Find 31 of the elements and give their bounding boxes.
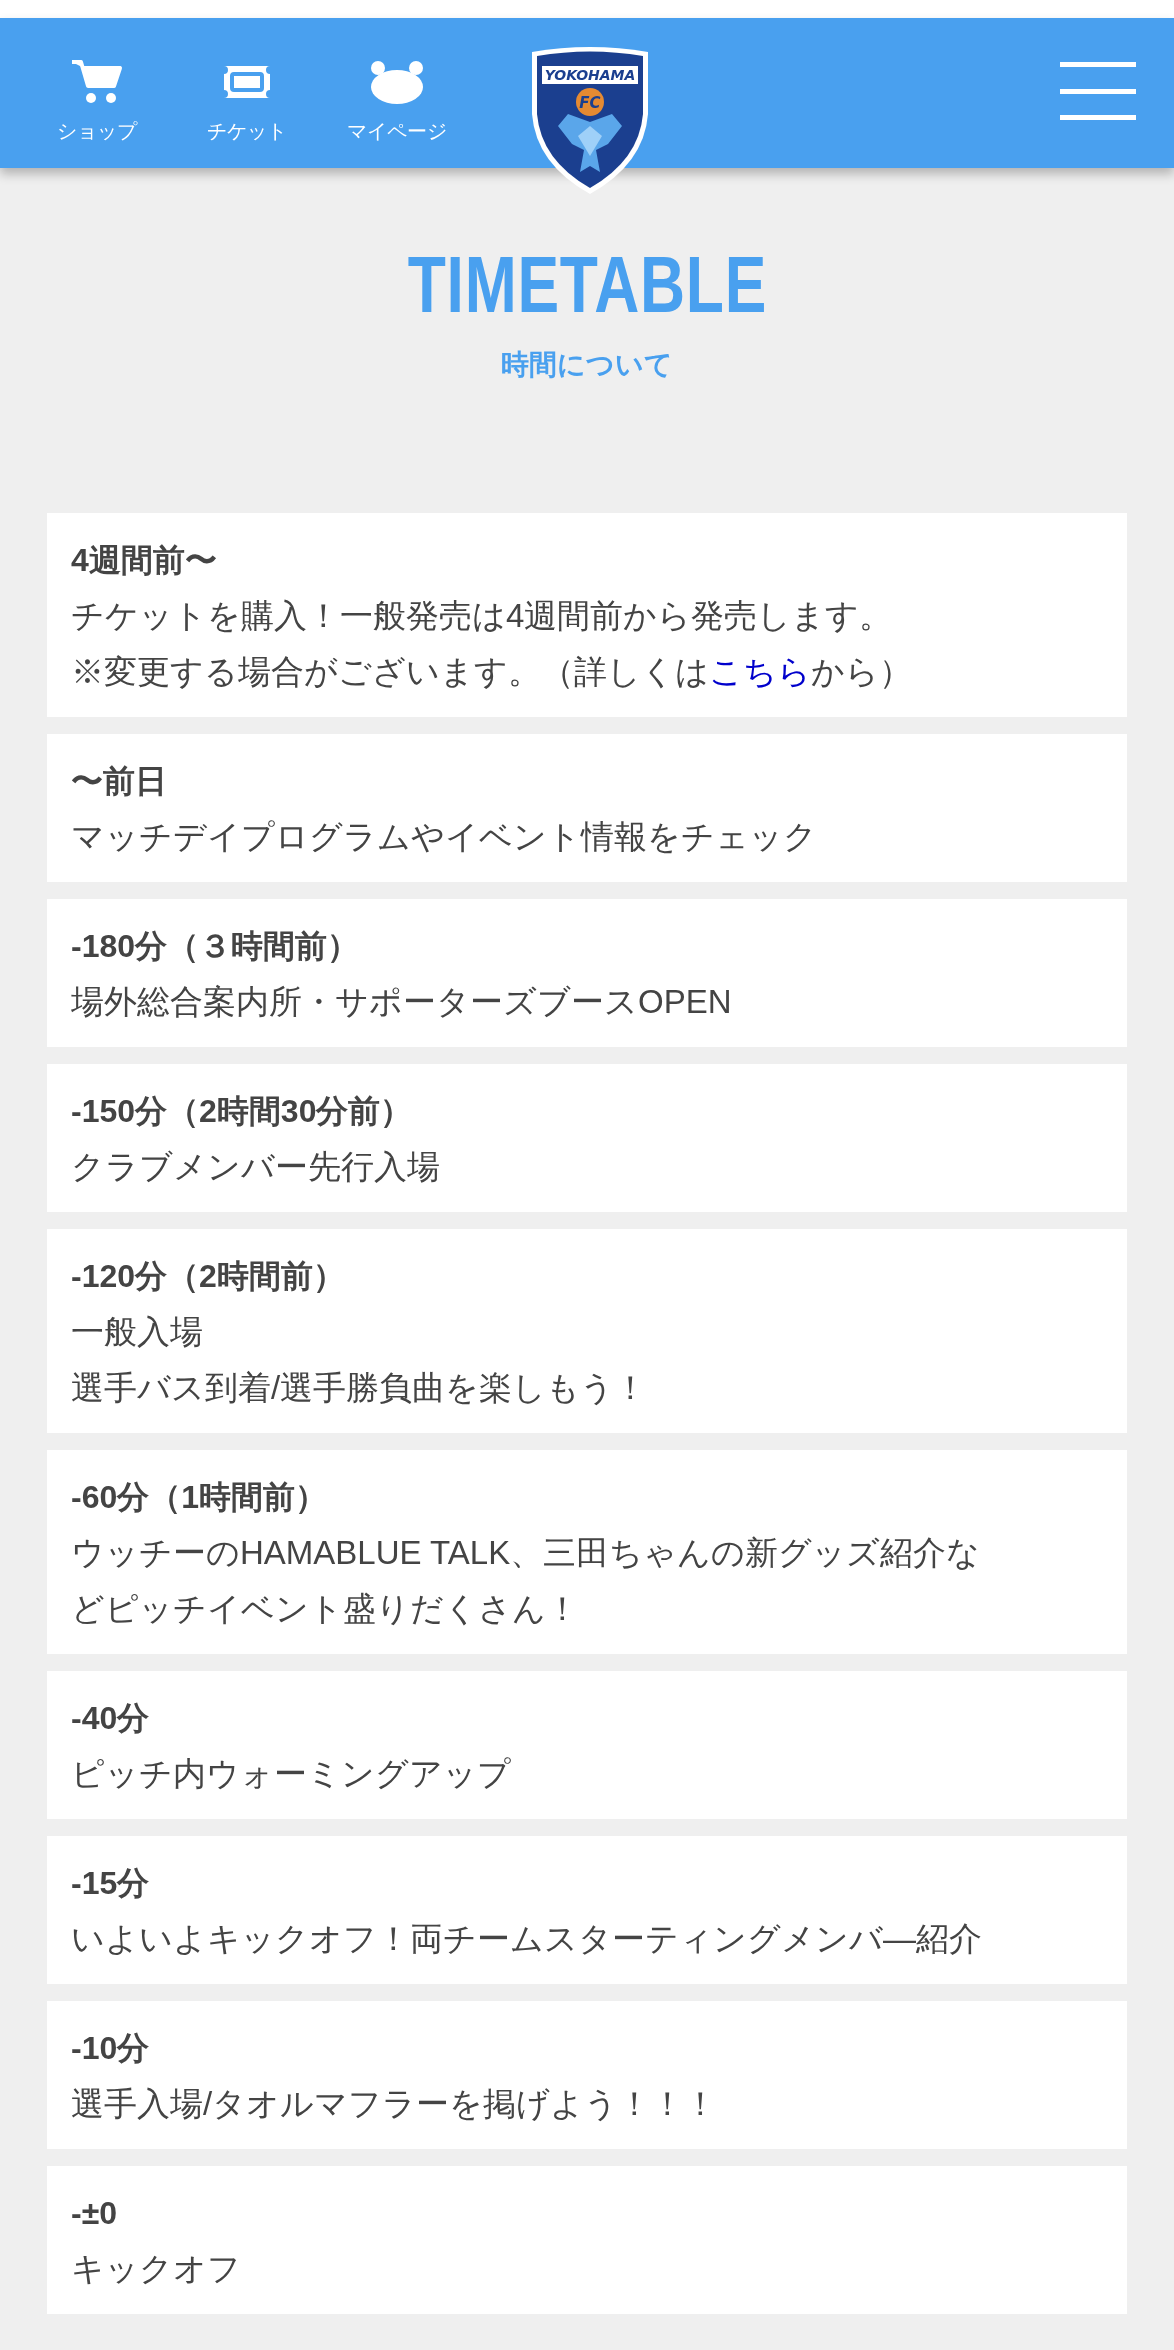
page-subtitle: 時間について [501, 348, 673, 382]
nav-link[interactable]: ショップ [22, 46, 172, 146]
description-text: ピッチ内ウォーミングアップ [71, 1754, 512, 1794]
description-text: 選手バス到着/選手勝負曲を楽しもう！ [71, 1368, 649, 1408]
nav-link[interactable]: チケット [172, 46, 322, 146]
description-text: クラブメンバー先行入場 [71, 1147, 441, 1187]
time-label: -60分（1時間前） [71, 1478, 329, 1517]
time-label: -15分 [71, 1864, 151, 1903]
time-label: 〜前日 [71, 762, 168, 801]
nav-link[interactable]: マイページ [322, 46, 472, 146]
description-text: マッチデイプログラムやイベント情報をチェック [71, 817, 818, 857]
page-title: TIMETABLE [407, 245, 767, 325]
description-text: 一般入場 [71, 1312, 204, 1352]
description-text: キックオフ [71, 2249, 242, 2289]
time-label: -150分（2時間30分前） [71, 1092, 414, 1131]
description-text: いよいよキックオフ！両チームスターティングメンバ―紹介 [71, 1919, 983, 1959]
description-text: ※変更する場合がございます。（詳しくは こちら から） [71, 652, 913, 692]
time-label: -10分 [71, 2029, 151, 2068]
details-link[interactable]: こちら [709, 653, 811, 690]
time-label: 4週間前〜 [71, 541, 218, 580]
description-text: ウッチーのHAMABLUE TALK、三田ちゃんの新グッズ紹介などピッチイベント盛りだくさん！ [71, 1533, 982, 1629]
menu-button[interactable] [1060, 60, 1136, 122]
time-label: -180分（３時間前） [71, 927, 361, 966]
time-label: -40分 [71, 1699, 151, 1738]
description-text: 選手入場/タオルマフラーを掲げよう！！！ [71, 2084, 719, 2124]
description-text: チケットを購入！一般発売は4週間前から発売します。 [71, 596, 894, 636]
time-label: -±0 [71, 2194, 118, 2233]
cart-icon [70, 58, 124, 106]
description-text: 場外総合案内所・サポーターズブースOPEN [71, 982, 733, 1022]
time-label: -120分（2時間前） [71, 1257, 346, 1296]
face-icon [369, 59, 425, 105]
